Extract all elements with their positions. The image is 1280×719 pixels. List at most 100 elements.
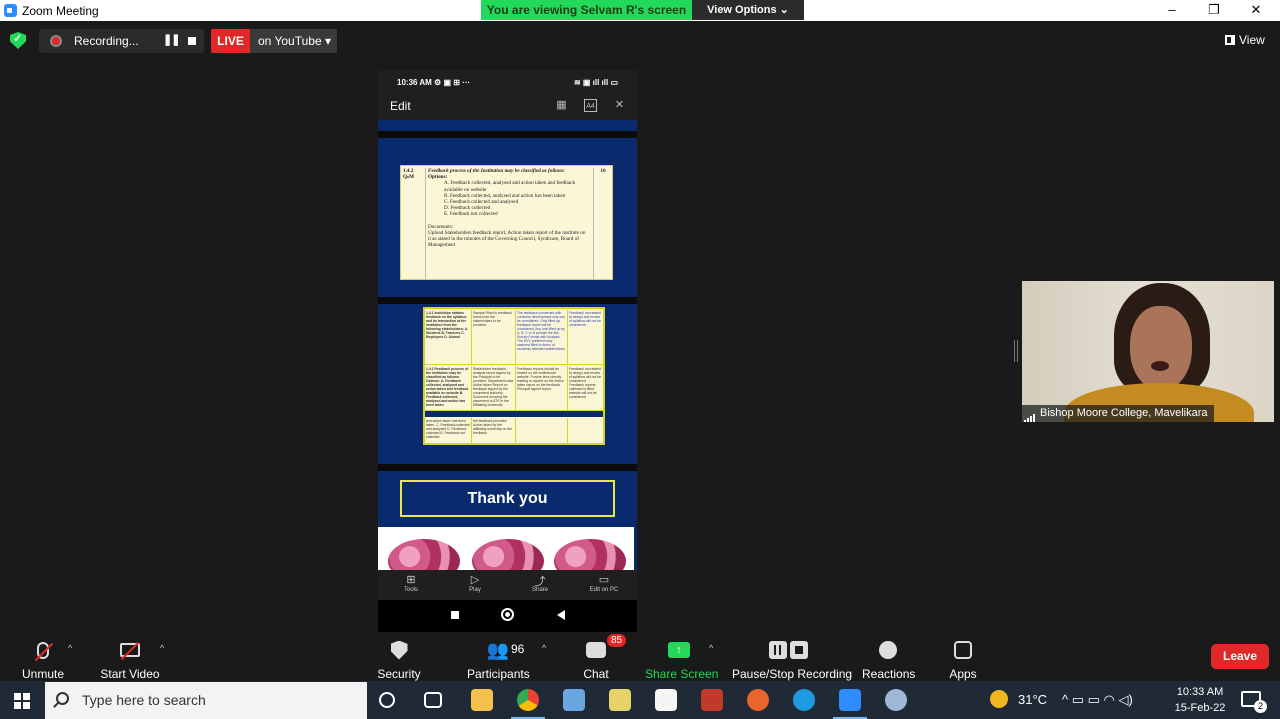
start-video-button[interactable]: Start Video [100,637,160,681]
close-window-icon[interactable]: ✕ [1236,0,1276,21]
edge-icon[interactable] [793,689,815,711]
view-options-button[interactable]: View Options ⌄ [692,0,804,20]
clock-date: 15-Feb-22 [1174,702,1226,714]
home-icon [501,608,514,621]
video-options-caret[interactable]: ^ [160,643,164,653]
phone-close-icon: ✕ [614,99,625,111]
share-screen-button[interactable]: ↑ Share Screen [645,637,719,681]
leave-button[interactable]: Leave [1211,644,1269,669]
shared-screen: 10:36 AM ⚙ ▣ ⊞ ··· ≋ ▣ ıll ıll ▭ Edit ▦ … [378,70,637,632]
weather-icon[interactable] [990,690,1008,708]
weather-temperature[interactable]: 31°C [1018,692,1047,707]
security-button[interactable]: Security [376,637,422,681]
viewing-screen-text: You are viewing Selvam R's screen [481,0,692,20]
thank-you-slide: Thank you [400,480,615,517]
chat-bubble-icon [586,642,606,658]
criteria-code-cell: 1.4.2 QₙM [403,168,423,180]
paint-app-icon[interactable] [885,689,907,711]
share-icon: ⤴ [534,576,546,588]
participant-name: Bishop Moore College, Mavelikara [1040,407,1208,419]
notification-center-icon[interactable]: 2 [1241,691,1267,713]
connection-signal-icon [1024,407,1036,422]
slide-separator [378,131,637,138]
table-cell: 1.4.1 Institution obtains feedback on th… [426,311,469,339]
participant-video[interactable]: Bishop Moore College, Mavelikara [1022,281,1274,422]
phone-edit-bar: Edit ▦ A4 ✕ [378,94,637,120]
share-options-caret[interactable]: ^ [709,643,713,653]
participants-button[interactable]: 👥 96 Participants [467,637,530,681]
tools-icon: ⊞ [406,574,416,586]
reactions-label: Reactions [862,667,916,681]
pause-recording-icon[interactable]: ❚❚ [163,33,180,46]
app-icon[interactable] [609,689,631,711]
aa-icon: A4 [584,99,597,112]
pause-stop-recording-button[interactable]: Pause/Stop Recording [732,637,852,681]
criteria-description-cell: Feedback process of the Institution may … [425,168,589,279]
cortana-icon[interactable] [379,692,395,708]
table-cell [567,418,603,443]
apps-label: Apps [949,667,977,681]
minimize-icon[interactable]: – [1152,0,1192,21]
unmute-button[interactable]: Unmute [18,637,68,681]
encryption-shield-icon[interactable] [10,32,26,49]
screen-share-banner: You are viewing Selvam R's screen View O… [481,0,804,20]
option-item: A. Feedback collected, analysed and acti… [444,180,576,193]
reactions-button[interactable]: Reactions [862,637,916,681]
start-video-label: Start Video [100,667,160,681]
participants-icon: 👥 [486,640,510,660]
chat-label: Chat [583,667,609,681]
roses-image [378,527,634,583]
taskbar-search-box[interactable]: Type here to search [45,682,367,719]
calculator-icon[interactable] [563,689,585,711]
taskbar-clock[interactable]: 10:33 AM 15-Feb-22 [1172,684,1228,716]
windows-taskbar: Type here to search 31°C ^ ▭ ▭ ◠ ◁) 10:3… [0,681,1280,719]
title-bar: Zoom Meeting You are viewing Selvam R's … [0,0,1280,21]
file-explorer-icon[interactable] [471,689,493,711]
firefox-icon[interactable] [747,689,769,711]
live-stream-dropdown[interactable]: on YouTube ▾ [250,29,337,53]
zoom-icon [4,4,17,17]
search-placeholder: Type here to search [82,692,206,708]
share-screen-icon: ↑ [668,642,690,658]
view-button[interactable]: View [1225,33,1265,47]
recording-label: Recording... [74,34,139,48]
back-icon [557,610,565,620]
zoom-meeting-window: Zoom Meeting You are viewing Selvam R's … [0,0,1280,719]
chrome-icon[interactable] [511,689,545,719]
table-cell: Feedback not related to design and revie… [567,310,603,365]
document-app-icon[interactable] [655,689,677,711]
restore-icon[interactable]: ❐ [1194,0,1234,21]
table-cell: 1.4.2 Feedback process of the Institutio… [426,367,469,407]
slide-criteria-1-4-2: 1.4.2 QₙM Feedback process of the Instit… [400,165,613,280]
apps-icon [954,641,972,659]
windows-start-icon[interactable] [14,693,30,709]
panel-resize-handle[interactable] [1014,340,1018,362]
apps-button[interactable]: Apps [946,637,980,681]
live-badge: LIVE [211,29,250,53]
participant-mouth [1151,361,1169,371]
edit-on-pc-icon: ▭ [598,574,610,586]
grid-icon: ▦ [556,99,567,111]
participant-name-tag: Bishop Moore College, Mavelikara [1022,405,1214,422]
zoom-taskbar-icon[interactable] [833,689,867,719]
android-nav-bar [378,600,637,632]
phone-signal-icons: ≋ ▣ ıll ıll ▭ [573,78,618,87]
participants-options-caret[interactable]: ^ [542,643,546,653]
slide-separator [378,297,637,304]
option-item: E. Feedback not collected [444,211,498,218]
share-screen-label: Share Screen [645,667,719,681]
recents-icon [451,611,459,619]
audio-options-caret[interactable]: ^ [68,643,72,653]
media-app-icon[interactable] [701,689,723,711]
notification-count: 2 [1254,700,1267,713]
task-view-icon[interactable] [424,692,442,708]
table-cell: the feedback provided. Action taken by t… [471,418,515,443]
participant-face [1130,306,1192,390]
system-tray-icons[interactable]: ^ ▭ ▭ ◠ ◁) [1062,692,1133,708]
play-icon: ▷ [470,574,480,586]
stop-recording-icon[interactable] [188,37,196,45]
recording-indicator: Recording... ❚❚ [39,29,204,53]
phone-time: 10:36 AM ⚙ ▣ ⊞ ··· [397,78,471,87]
security-shield-icon [390,640,408,660]
chat-button[interactable]: 85 Chat [580,634,627,681]
